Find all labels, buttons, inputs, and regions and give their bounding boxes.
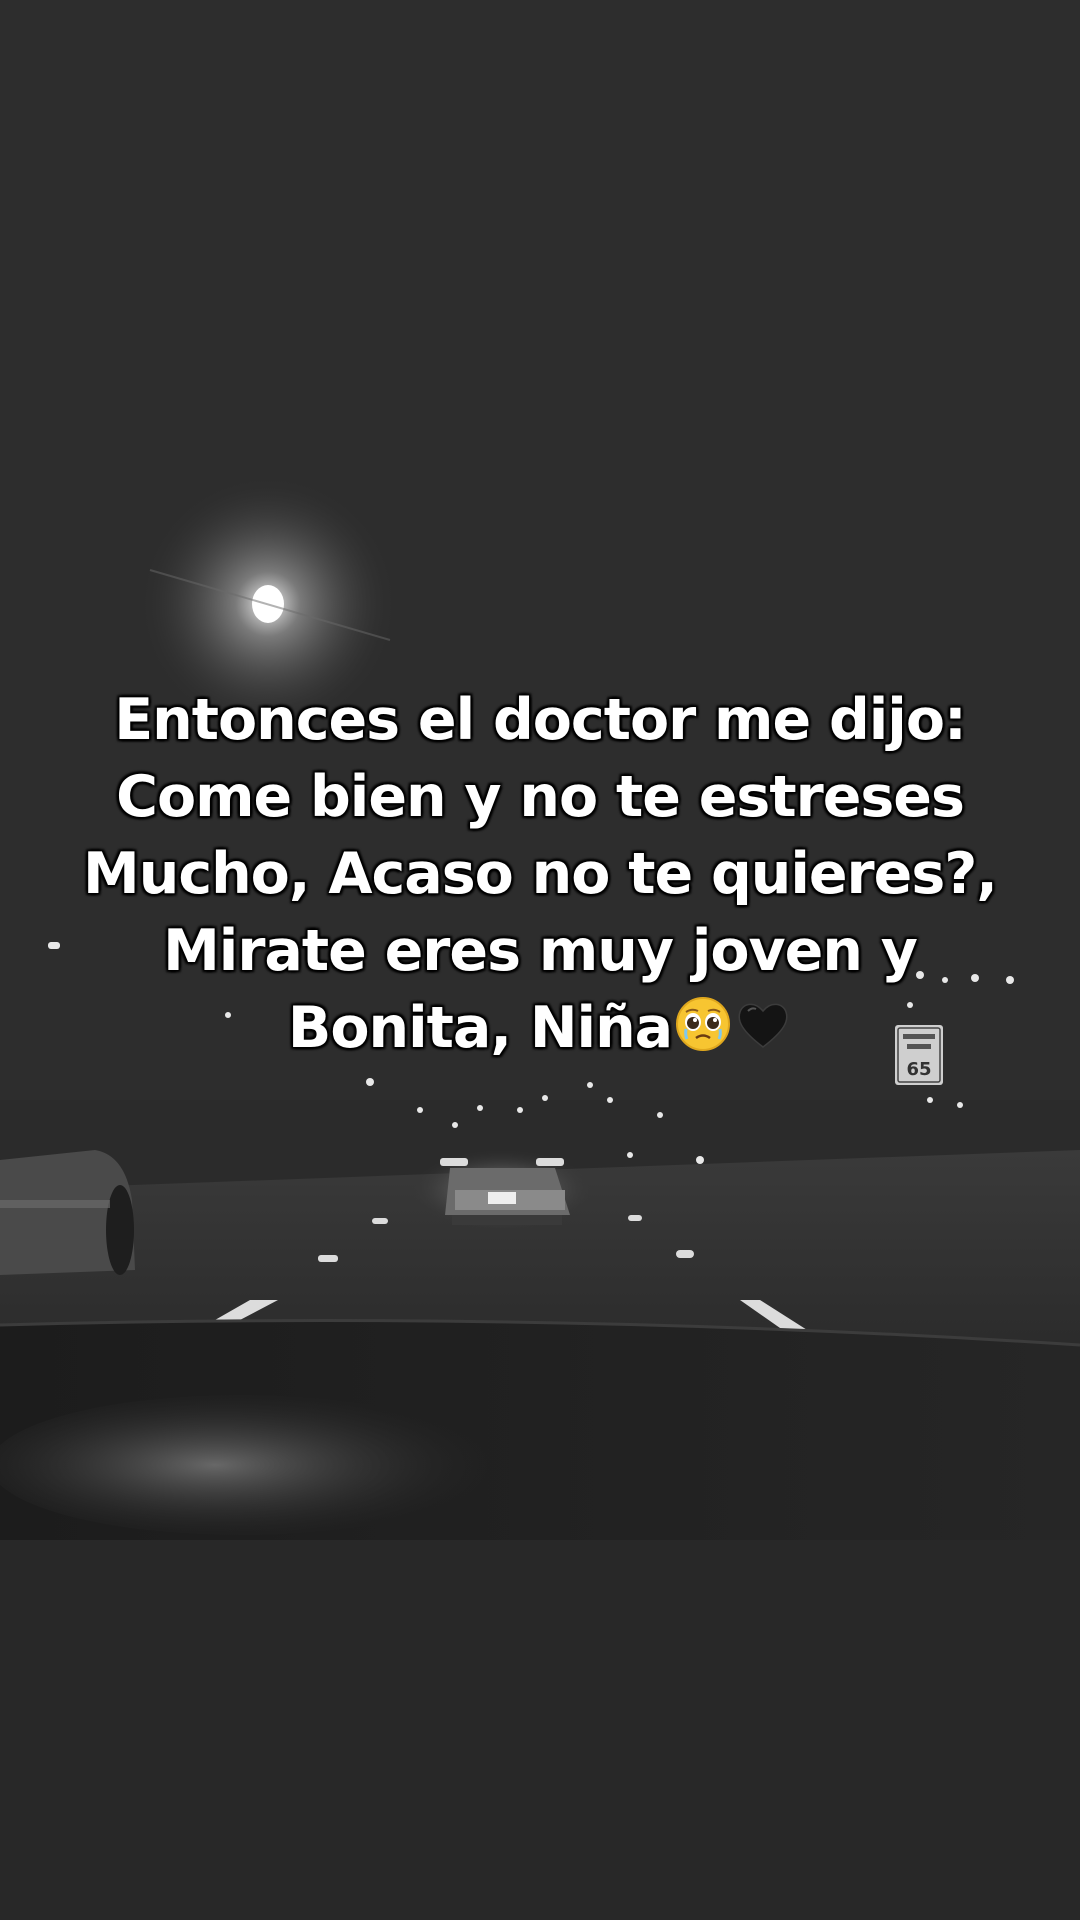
caption-line-2: Come bien y no te estreses xyxy=(116,764,965,830)
caption-line-3: Mucho, Acaso no te quieres?, xyxy=(83,841,998,907)
car-ahead xyxy=(412,1150,592,1230)
black-heart-icon xyxy=(734,995,792,1073)
video-frame: 65 Entonces el doctor me dijo: Come bien… xyxy=(0,0,1080,1920)
caption-line-1: Entonces el doctor me dijo: xyxy=(114,687,967,753)
caption-line-5-text: Bonita, Niña xyxy=(287,995,673,1061)
pleading-face-icon xyxy=(674,995,732,1073)
caption-line-5: Bonita, Niña xyxy=(40,990,1040,1073)
caption-line-4: Mirate eres muy joven y xyxy=(163,918,918,984)
caption-overlay: Entonces el doctor me dijo: Come bien y … xyxy=(40,682,1040,1073)
left-car xyxy=(0,1150,135,1275)
car-dashboard xyxy=(0,1319,1080,1920)
